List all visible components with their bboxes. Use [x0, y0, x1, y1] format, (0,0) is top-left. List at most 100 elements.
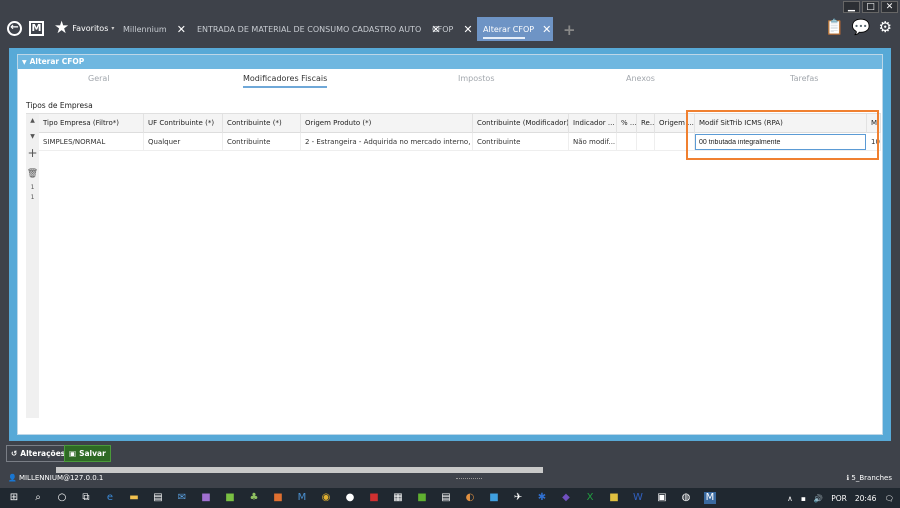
word-icon[interactable]: W: [632, 492, 644, 504]
tab-label: ENTRADA DE MATERIAL DE CONSUMO CADASTRO …: [197, 24, 422, 34]
app-icon[interactable]: ▦: [392, 492, 404, 504]
changes-button[interactable]: ↺ Alterações: [6, 445, 71, 462]
search-icon[interactable]: ⌕: [32, 492, 44, 504]
app-icon[interactable]: ●: [344, 492, 356, 504]
chat-icon[interactable]: 💬: [852, 19, 871, 35]
cell-tipo-empresa[interactable]: SIMPLES/NORMAL: [39, 133, 144, 151]
col-contribuinte-modificador[interactable]: Contribuinte (Modificador): [473, 114, 569, 133]
close-button[interactable]: ✕: [881, 1, 898, 13]
add-row-icon[interactable]: +: [26, 146, 39, 160]
tab-label: Alterar CFOP: [483, 24, 535, 34]
col-origem-produto[interactable]: Origem Produto (*): [301, 114, 473, 133]
sort-up-icon[interactable]: ▲: [26, 117, 39, 124]
subtab-tarefas[interactable]: Tarefas: [790, 74, 818, 83]
excel-icon[interactable]: X: [584, 492, 596, 504]
subtab-impostos[interactable]: Impostos: [458, 74, 495, 83]
subtab-geral[interactable]: Geral: [88, 74, 110, 83]
cortana-icon[interactable]: ○: [56, 492, 68, 504]
tab-label: CFOP: [432, 24, 454, 34]
cell-re[interactable]: [637, 133, 655, 151]
cell-percent[interactable]: [617, 133, 637, 151]
tab-cfop[interactable]: CFOP ✕: [426, 17, 473, 41]
language-indicator[interactable]: POR: [831, 494, 847, 503]
changes-label: Alterações: [20, 449, 66, 458]
notification-icon[interactable]: 🗨: [884, 494, 894, 503]
mail-icon[interactable]: ✉: [176, 492, 188, 504]
col-percent[interactable]: % ...: [617, 114, 637, 133]
millennium-active-icon[interactable]: M: [704, 492, 716, 504]
cell-contribuinte[interactable]: Contribuinte: [223, 133, 301, 151]
restore-button[interactable]: □: [862, 1, 879, 13]
volume-icon[interactable]: 🔊: [814, 494, 823, 503]
close-icon[interactable]: ✕: [542, 23, 551, 36]
network-icon[interactable]: ▪: [801, 494, 806, 503]
minimize-button[interactable]: ▁: [843, 1, 860, 13]
favorites-menu[interactable]: ★ Favoritos ▾: [54, 20, 114, 37]
edge-icon[interactable]: e: [104, 492, 116, 504]
app-icon[interactable]: ■: [272, 492, 284, 504]
close-icon[interactable]: ✕: [463, 23, 472, 36]
app-icon[interactable]: ◆: [560, 492, 572, 504]
user-icon: 👤: [8, 474, 17, 482]
millennium-logo[interactable]: M: [29, 21, 44, 36]
tab-millennium[interactable]: Millennium ✕: [117, 17, 186, 41]
col-re[interactable]: Re...: [637, 114, 655, 133]
tab-entrada-material[interactable]: ENTRADA DE MATERIAL DE CONSUMO CADASTRO …: [191, 17, 440, 41]
close-icon[interactable]: ✕: [177, 23, 186, 36]
cell-contribuinte-modificador[interactable]: Contribuinte: [473, 133, 569, 151]
subtab-modificadores-fiscais[interactable]: Modificadores Fiscais: [243, 74, 328, 88]
save-label: Salvar: [79, 449, 106, 458]
save-button[interactable]: ▣ Salvar: [64, 445, 111, 462]
subtab-anexos[interactable]: Anexos: [626, 74, 655, 83]
app-icon[interactable]: ■: [224, 492, 236, 504]
section-title: Tipos de Empresa: [26, 101, 93, 110]
app-icon[interactable]: ■: [488, 492, 500, 504]
filezilla-icon[interactable]: ■: [368, 492, 380, 504]
sort-down-icon[interactable]: ▼: [26, 133, 39, 140]
panel-header[interactable]: ▼ Alterar CFOP: [18, 55, 882, 69]
chevron-up-icon[interactable]: ∧: [787, 494, 793, 503]
branch-status[interactable]: ℹ 5_Branches: [846, 470, 892, 486]
app-icon[interactable]: ■: [608, 492, 620, 504]
gear-icon[interactable]: ⚙: [879, 19, 892, 35]
trash-icon[interactable]: 🗑: [26, 169, 39, 179]
top-right-icons: 📋 💬 ⚙: [825, 19, 892, 35]
col-tipo-empresa[interactable]: Tipo Empresa (Filtro*): [39, 114, 144, 133]
system-tray: ∧ ▪ 🔊 POR 20:46 🗨: [787, 488, 894, 508]
cell-origem-produto[interactable]: 2 - Estrangeira - Adquirida no mercado i…: [301, 133, 473, 151]
col-indicador[interactable]: Indicador ...: [569, 114, 617, 133]
task-view-icon[interactable]: ⧉: [80, 492, 92, 504]
windows-start-icon[interactable]: ⊞: [8, 492, 20, 504]
app-icon[interactable]: ♣: [248, 492, 260, 504]
collapse-triangle-icon[interactable]: ▼: [22, 59, 27, 66]
app-icon[interactable]: ▤: [440, 492, 452, 504]
millennium-taskbar-icon[interactable]: M: [296, 492, 308, 504]
cell-indicador[interactable]: Não modif...: [569, 133, 617, 151]
chrome-icon[interactable]: ◉: [320, 492, 332, 504]
back-arrow-icon[interactable]: ←: [7, 21, 22, 36]
clock[interactable]: 20:46: [855, 494, 877, 503]
window-controls: ▁ □ ✕: [843, 1, 898, 13]
file-explorer-icon[interactable]: ▬: [128, 492, 140, 504]
app-icon[interactable]: ◍: [680, 492, 692, 504]
col-uf-contribuinte[interactable]: UF Contribuinte (*): [144, 114, 223, 133]
app-icon[interactable]: ▣: [656, 492, 668, 504]
app-icon[interactable]: ■: [200, 492, 212, 504]
clipboard-icon[interactable]: 📋: [825, 19, 844, 35]
app-icon[interactable]: ◐: [464, 492, 476, 504]
panel-title: Alterar CFOP: [29, 57, 85, 66]
bottom-bar: ↺ Alterações ▣ Salvar: [0, 443, 900, 465]
windows-taskbar: ⊞ ⌕ ○ ⧉ e ▬ ▤ ✉ ■ ■ ♣ ■ M ◉ ● ■ ▦ ■ ▤ ◐ …: [0, 488, 900, 508]
highlight-box: [686, 110, 879, 160]
branch-label: 5_Branches: [851, 474, 892, 482]
tab-label: Millennium: [123, 24, 167, 34]
tab-alterar-cfop[interactable]: Alterar CFOP ✕: [477, 17, 553, 41]
app-icon[interactable]: ✈: [512, 492, 524, 504]
cell-uf-contribuinte[interactable]: Qualquer: [144, 133, 223, 151]
store-icon[interactable]: ▤: [152, 492, 164, 504]
undo-icon: ↺: [11, 449, 18, 458]
app-icon[interactable]: ✱: [536, 492, 548, 504]
col-contribuinte[interactable]: Contribuinte (*): [223, 114, 301, 133]
app-icon[interactable]: ■: [416, 492, 428, 504]
add-tab-icon[interactable]: +: [563, 23, 576, 38]
